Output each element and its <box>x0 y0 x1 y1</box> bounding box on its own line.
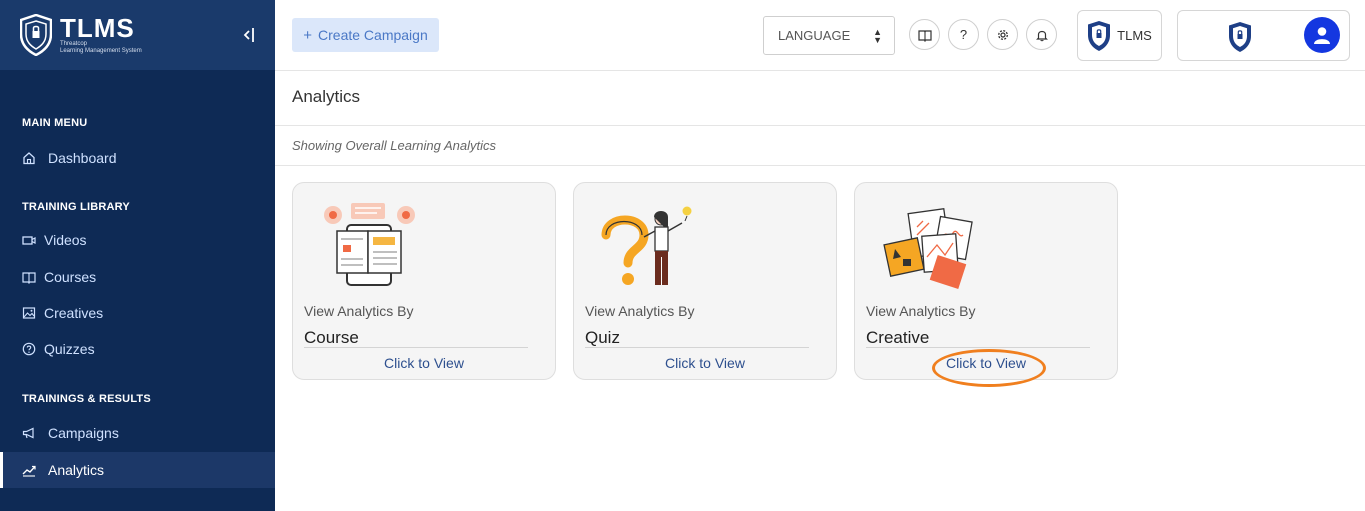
collapse-sidebar-button[interactable] <box>241 26 257 44</box>
card-caption: View Analytics By <box>304 303 414 319</box>
sidebar-item-creatives[interactable]: Creatives <box>0 295 275 331</box>
section-trainings-results: TRAININGS & RESULTS <box>22 393 151 405</box>
language-select[interactable]: LANGUAGE ▲ ▼ <box>763 16 895 55</box>
settings-button[interactable] <box>987 19 1018 50</box>
guide-book-button[interactable] <box>909 19 940 50</box>
sidebar-item-videos[interactable]: Videos <box>0 222 275 258</box>
sidebar-item-quizzes[interactable]: Quizzes <box>0 331 275 367</box>
create-campaign-button[interactable]: + Create Campaign <box>292 18 439 52</box>
tlms-shield-icon <box>1088 20 1111 51</box>
language-select-value: LANGUAGE <box>778 28 851 43</box>
page-title: Analytics <box>292 87 361 106</box>
bell-icon <box>1035 30 1048 41</box>
select-arrows-icon: ▲ ▼ <box>873 27 882 45</box>
card-title: Quiz <box>585 328 620 347</box>
user-icon <box>1314 27 1330 44</box>
sidebar-item-label: Courses <box>44 269 97 285</box>
analytics-card-quiz[interactable]: View Analytics By Quiz Click to View <box>573 182 837 380</box>
megaphone-icon <box>22 426 36 440</box>
image-icon <box>22 306 36 320</box>
quiz-question-illustration-icon <box>601 206 692 285</box>
sidebar-item-label: Dashboard <box>48 150 117 166</box>
course-book-illustration-icon <box>324 203 415 286</box>
question-icon <box>22 342 36 356</box>
avatar[interactable] <box>1304 17 1340 53</box>
divider <box>866 347 1090 348</box>
sidebar-item-label: Creatives <box>44 305 104 321</box>
brand-name: TLMS <box>60 13 135 43</box>
book-open-icon <box>917 29 932 42</box>
gear-icon <box>997 29 1008 40</box>
card-caption: View Analytics By <box>866 303 976 319</box>
top-bar: + Create Campaign LANGUAGE ▲ ▼ ? TLMS <box>275 0 1365 71</box>
divider <box>275 125 1365 126</box>
help-button[interactable]: ? <box>948 19 979 50</box>
home-icon <box>22 151 36 165</box>
video-icon <box>22 233 36 247</box>
card-caption: View Analytics By <box>585 303 695 319</box>
sidebar-item-analytics[interactable]: Analytics <box>0 452 275 488</box>
card-title: Creative <box>866 328 930 347</box>
divider <box>275 165 1365 166</box>
sidebar: TLMS Threatcop Learning Management Syste… <box>0 0 275 511</box>
section-main-menu: MAIN MENU <box>22 117 88 129</box>
profile-menu[interactable] <box>1177 10 1350 61</box>
plus-icon: + <box>303 26 313 44</box>
brand-tagline: Threatcop <box>60 41 88 47</box>
sidebar-item-label: Videos <box>44 232 87 248</box>
sidebar-item-campaigns[interactable]: Campaigns <box>0 415 275 451</box>
create-campaign-label: Create Campaign <box>318 27 428 43</box>
tlms-shield-logo-icon <box>20 14 52 56</box>
click-to-view-link[interactable]: Click to View <box>574 355 836 371</box>
sidebar-item-label: Quizzes <box>44 341 95 357</box>
sidebar-item-courses[interactable]: Courses <box>0 259 275 295</box>
help-question-icon: ? <box>959 27 968 42</box>
page-subtitle: Showing Overall Learning Analytics <box>292 138 497 153</box>
org-shield-icon <box>1229 22 1251 52</box>
chart-line-icon <box>22 463 36 477</box>
analytics-card-creative[interactable]: View Analytics By Creative Click to View <box>854 182 1118 380</box>
card-title: Course <box>304 328 359 347</box>
tlms-app-switcher[interactable]: TLMS <box>1077 10 1162 61</box>
click-to-view-link[interactable]: Click to View <box>855 355 1117 371</box>
brand-header: TLMS Threatcop Learning Management Syste… <box>0 0 275 70</box>
analytics-card-course[interactable]: View Analytics By Course Click to View <box>292 182 556 380</box>
collapse-left-icon <box>243 28 254 42</box>
book-icon <box>22 270 36 284</box>
divider <box>585 347 809 348</box>
brand-tagline-2: Learning Management System <box>60 48 142 54</box>
notifications-button[interactable] <box>1026 19 1057 50</box>
sidebar-item-label: Campaigns <box>48 425 119 441</box>
tlms-app-label: TLMS <box>1117 28 1152 43</box>
sidebar-item-dashboard[interactable]: Dashboard <box>0 140 275 176</box>
sidebar-item-label: Analytics <box>48 462 105 478</box>
divider <box>304 347 528 348</box>
creative-papers-illustration-icon <box>883 207 973 289</box>
section-training-library: TRAINING LIBRARY <box>22 201 130 213</box>
click-to-view-link[interactable]: Click to View <box>293 355 555 371</box>
